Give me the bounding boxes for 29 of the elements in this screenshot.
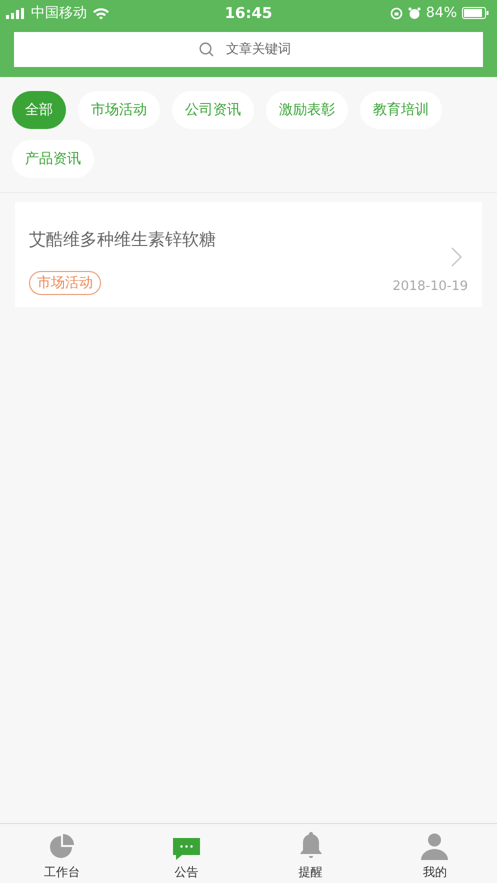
wifi-icon (92, 6, 110, 20)
article-title: 艾酷维多种维生素锌软糖 (29, 229, 217, 251)
chevron-right-icon (451, 247, 462, 267)
category-tab[interactable]: 教育培训 (360, 91, 442, 129)
signal-icon (6, 8, 26, 18)
bell-icon (298, 832, 323, 860)
rotation-lock-icon (390, 6, 403, 20)
pie-chart-icon (49, 834, 76, 860)
battery-percent: 84% (426, 5, 457, 21)
alarm-icon (408, 6, 421, 20)
person-icon (421, 833, 448, 860)
article-card[interactable]: 艾酷维多种维生素锌软糖 市场活动 2018-10-19 (15, 202, 482, 307)
article-tag: 市场活动 (29, 271, 101, 295)
category-tab[interactable]: 市场活动 (78, 91, 160, 129)
battery-icon (462, 7, 489, 19)
search-field[interactable]: 文章关键词 (14, 32, 483, 67)
carrier-name: 中国移动 (31, 4, 87, 22)
tab-bar-item[interactable]: 我的 (372, 824, 497, 883)
search-icon (198, 42, 214, 57)
chat-bubble-icon (172, 838, 200, 860)
category-tab[interactable]: 全部 (12, 91, 66, 129)
category-tab[interactable]: 激励表彰 (266, 91, 348, 129)
category-tab[interactable]: 公司资讯 (172, 91, 254, 129)
article-date: 2018-10-19 (392, 278, 468, 294)
category-tab[interactable]: 产品资讯 (12, 140, 94, 178)
tab-bar-item[interactable]: 公告 (124, 824, 248, 883)
tab-bar-item[interactable]: 工作台 (0, 824, 124, 883)
status-time: 16:45 (224, 4, 272, 22)
tab-bar-item[interactable]: 提醒 (248, 824, 373, 883)
